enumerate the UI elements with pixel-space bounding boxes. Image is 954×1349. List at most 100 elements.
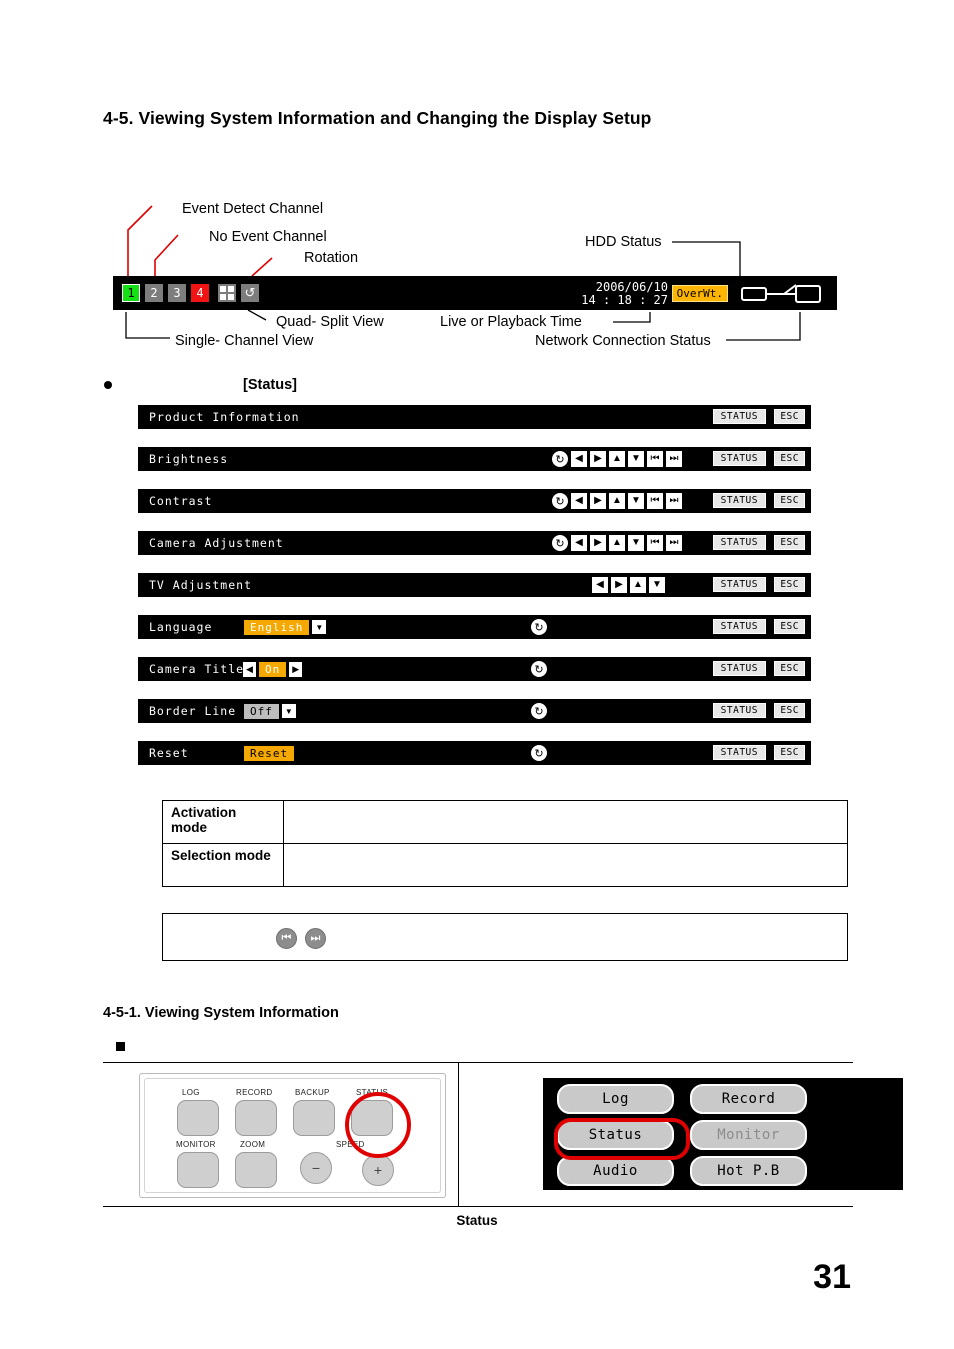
menu-row-brightness[interactable]: Brightness ↻ ◀ ▶ ▲ ▼ ⏮ ⏭ STATUS ESC [138,447,811,471]
osd-button-log[interactable]: Log [557,1084,674,1114]
panel-button-speed-minus[interactable]: − [300,1152,332,1184]
prev-page-icon: ⏮ [276,928,297,949]
next-page-icon[interactable]: ⏭ [666,493,682,509]
osd-button-monitor[interactable]: Monitor [690,1120,807,1150]
down-arrow-icon[interactable]: ▼ [628,451,644,467]
esc-button[interactable]: ESC [774,577,805,592]
esc-button[interactable]: ESC [774,745,805,760]
hdd-status-badge: OverWt. [671,285,728,302]
esc-button[interactable]: ESC [774,619,805,634]
reload-icon[interactable]: ↻ [531,745,547,761]
callout-hdd-status: HDD Status [585,234,662,250]
down-arrow-icon[interactable]: ▼ [649,577,665,593]
right-arrow-icon[interactable]: ▶ [590,451,606,467]
mode-description-selection [283,843,848,887]
left-arrow-icon[interactable]: ◀ [592,577,608,593]
status-button[interactable]: STATUS [712,661,766,676]
mode-description-activation [283,800,848,844]
reload-icon[interactable]: ↻ [531,703,547,719]
right-arrow-icon[interactable]: ▶ [590,535,606,551]
panel-button-monitor[interactable] [177,1152,219,1188]
menu-row-product-information[interactable]: Product Information STATUS ESC [138,405,811,429]
reload-icon[interactable]: ↻ [552,451,568,467]
border-line-value[interactable]: Off [243,702,280,720]
page-number: 31 [813,1258,851,1296]
esc-button[interactable]: ESC [774,661,805,676]
esc-button[interactable]: ESC [774,493,805,508]
status-button[interactable]: STATUS [712,409,766,424]
menu-row-contrast[interactable]: Contrast ↻ ◀ ▶ ▲ ▼ ⏮ ⏭ STATUS ESC [138,489,811,513]
reset-button[interactable]: Reset [243,744,296,762]
prev-page-icon[interactable]: ⏮ [647,451,663,467]
menu-row-label: Product Information [149,410,300,424]
up-arrow-icon[interactable]: ▲ [630,577,646,593]
panel-button-speed-plus[interactable]: + [362,1154,394,1186]
panel-button-record[interactable] [235,1100,277,1136]
osd-button-audio[interactable]: Audio [557,1156,674,1186]
panel-button-zoom[interactable] [235,1152,277,1188]
quad-split-icon[interactable] [218,284,236,302]
square-bullet-icon [116,1042,125,1051]
panel-button-backup[interactable] [293,1100,335,1136]
up-arrow-icon[interactable]: ▲ [609,451,625,467]
next-page-icon[interactable]: ⏭ [666,535,682,551]
left-arrow-icon[interactable]: ◀ [571,535,587,551]
menu-row-reset[interactable]: Reset Reset ↻ STATUS ESC [138,741,811,765]
osd-button-label: Audio [593,1163,638,1179]
panel-button-log[interactable] [177,1100,219,1136]
rotation-icon[interactable]: ↺ [241,284,259,302]
status-button[interactable]: STATUS [712,703,766,718]
reload-icon[interactable]: ↻ [552,535,568,551]
status-button[interactable]: STATUS [712,577,766,592]
up-arrow-icon[interactable]: ▲ [609,535,625,551]
menu-row-tv-adjustment[interactable]: TV Adjustment ◀ ▶ ▲ ▼ STATUS ESC [138,573,811,597]
left-arrow-icon[interactable]: ◀ [571,493,587,509]
network-connection-icon [740,283,824,305]
status-button[interactable]: STATUS [712,493,766,508]
menu-row-language[interactable]: Language English ▼ ↻ STATUS ESC [138,615,811,639]
status-button[interactable]: STATUS [712,745,766,760]
right-arrow-icon[interactable]: ▶ [590,493,606,509]
osd-button-hot-pb[interactable]: Hot P.B [690,1156,807,1186]
panel-label-log: LOG [182,1088,200,1097]
minus-icon: − [311,1160,321,1176]
next-page-icon: ⏭ [305,928,326,949]
right-arrow-icon[interactable]: ▶ [611,577,627,593]
right-arrow-icon[interactable]: ▶ [289,661,303,677]
down-arrow-icon[interactable]: ▼ [628,535,644,551]
menu-row-camera-title[interactable]: Camera Title ◀ On ▶ ↻ STATUS ESC [138,657,811,681]
left-arrow-icon[interactable]: ◀ [571,451,587,467]
chevron-down-icon[interactable]: ▼ [281,704,296,718]
menu-row-border-line[interactable]: Border Line Off ▼ ↻ STATUS ESC [138,699,811,723]
reload-icon[interactable]: ↻ [531,619,547,635]
channel-button-3[interactable]: 3 [168,284,186,302]
camera-title-value[interactable]: On [258,660,288,678]
osd-button-record[interactable]: Record [690,1084,807,1114]
esc-button[interactable]: ESC [774,535,805,550]
prev-page-icon[interactable]: ⏮ [647,535,663,551]
down-arrow-icon[interactable]: ▼ [628,493,644,509]
menu-row-label: Language [149,620,213,634]
left-arrow-icon[interactable]: ◀ [243,661,256,677]
next-page-icon[interactable]: ⏭ [666,451,682,467]
language-value[interactable]: English [243,618,311,636]
up-arrow-icon[interactable]: ▲ [609,493,625,509]
channel-button-2[interactable]: 2 [145,284,163,302]
icon-note-box: ⏮ ⏭ [162,913,848,961]
esc-button[interactable]: ESC [774,409,805,424]
esc-button[interactable]: ESC [774,451,805,466]
channel-button-4[interactable]: 4 [191,284,209,302]
channel-button-1[interactable]: 1 [122,284,140,302]
esc-button[interactable]: ESC [774,703,805,718]
status-button[interactable]: STATUS [712,619,766,634]
menu-row-camera-adjustment[interactable]: Camera Adjustment ↻ ◀ ▶ ▲ ▼ ⏮ ⏭ STATUS E… [138,531,811,555]
panel-label-record: RECORD [236,1088,273,1097]
reload-icon[interactable]: ↻ [531,661,547,677]
chevron-down-icon[interactable]: ▼ [312,620,327,634]
status-bullet-label: [Status] [243,377,297,393]
status-button[interactable]: STATUS [712,451,766,466]
reload-icon[interactable]: ↻ [552,493,568,509]
prev-page-icon[interactable]: ⏮ [647,493,663,509]
channel-label: 2 [150,286,158,300]
status-button[interactable]: STATUS [712,535,766,550]
